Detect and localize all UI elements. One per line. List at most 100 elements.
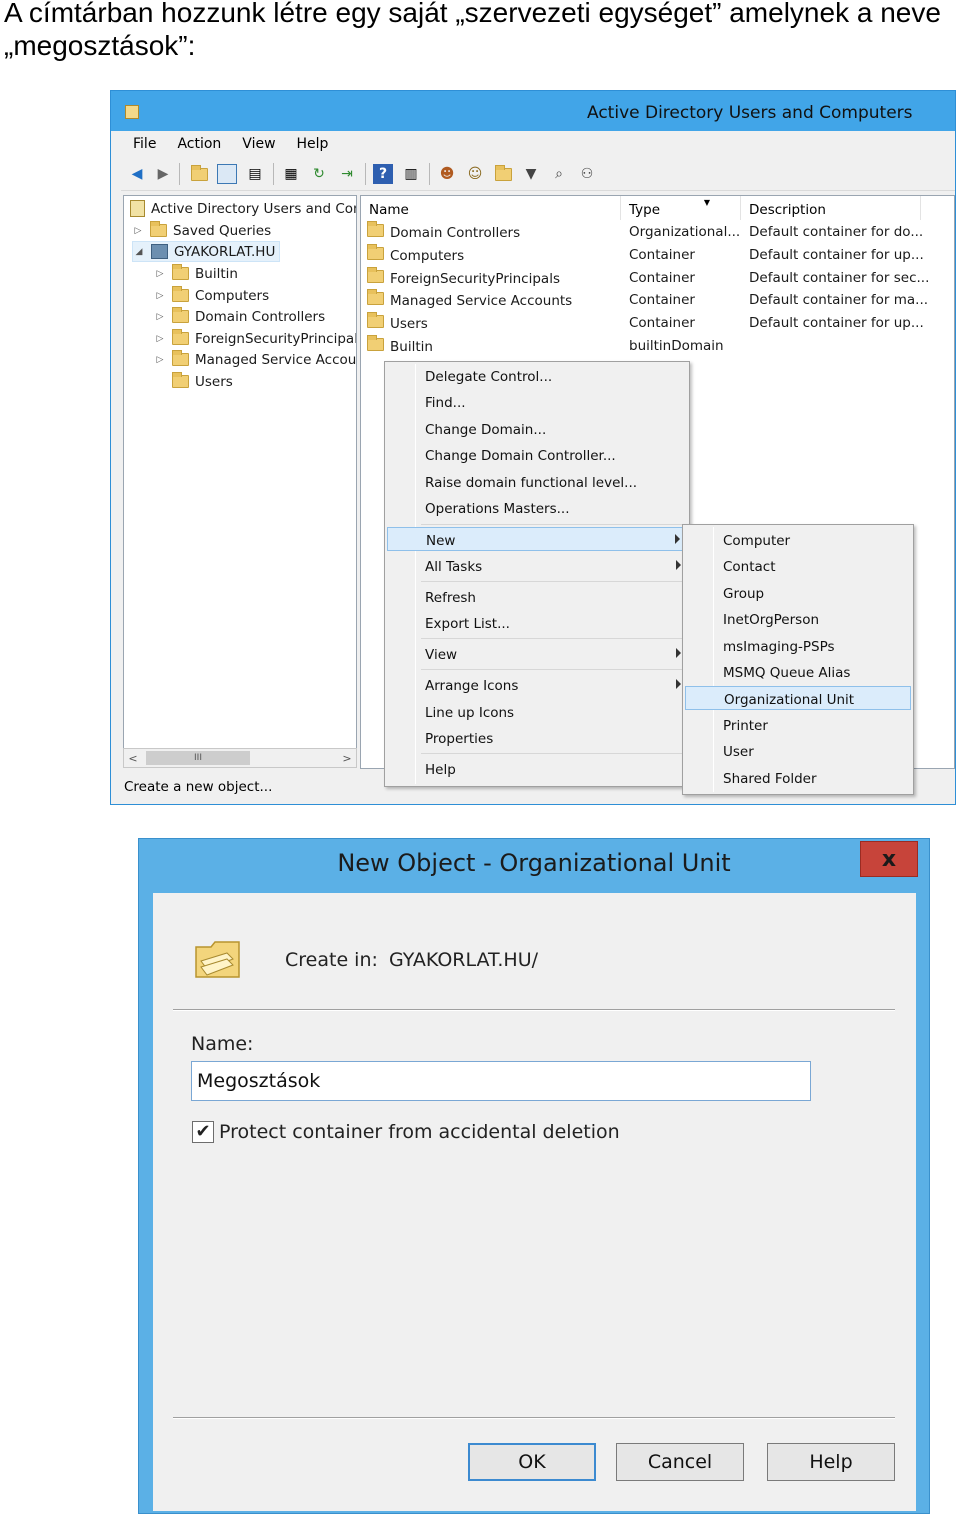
aduc-titlebar[interactable]: Active Directory Users and Computers [111, 91, 955, 131]
filter-icon[interactable]: ▼ [521, 164, 541, 184]
show-console-tree-icon[interactable] [217, 164, 237, 184]
ok-button[interactable]: OK [468, 1443, 596, 1481]
export-list-icon[interactable]: ⇥ [337, 164, 357, 184]
tree-item-domain[interactable]: ◢ GYAKORLAT.HU [132, 241, 281, 262]
collapse-arrow-icon[interactable]: ◢ [133, 247, 145, 257]
forward-arrow-icon[interactable]: ▶ [153, 164, 173, 184]
protect-checkbox-label[interactable]: Protect container from accidental deleti… [219, 1121, 620, 1143]
folder-icon [172, 350, 189, 366]
tree-root[interactable]: Active Directory Users and Com [130, 198, 356, 219]
scroll-thumb[interactable]: III [146, 751, 250, 765]
menu-item-export-list[interactable]: Export List... [387, 611, 687, 635]
close-button[interactable]: x [860, 841, 918, 877]
submenu-item-msimaging-psps[interactable]: msImaging-PSPs [685, 634, 911, 658]
menu-item-new[interactable]: New [387, 527, 687, 551]
menu-action[interactable]: Action [165, 131, 230, 152]
submenu-item-inetorgperson[interactable]: InetOrgPerson [685, 607, 911, 631]
tree-item-label: Managed Service Accour [195, 351, 357, 368]
expand-arrow-icon[interactable]: ▷ [154, 355, 166, 365]
folder-icon [367, 289, 384, 305]
context-menu: Delegate Control... Find... Change Domai… [384, 361, 690, 787]
submenu-item-printer[interactable]: Printer [685, 713, 911, 737]
new-group-icon[interactable]: ☺ [465, 164, 485, 184]
tree-item-computers[interactable]: ▷ Computers [154, 285, 269, 306]
expand-arrow-icon[interactable]: ▷ [154, 334, 166, 344]
refresh-icon[interactable]: ↻ [309, 164, 329, 184]
list-item[interactable]: ForeignSecurityPrincipals Container Defa… [361, 267, 954, 289]
list-item[interactable]: Users Container Default container for up… [361, 312, 954, 334]
menu-item-properties[interactable]: Properties [387, 726, 687, 750]
scroll-left-icon[interactable]: < [124, 749, 142, 767]
menu-item-delegate-control[interactable]: Delegate Control... [387, 364, 687, 388]
back-arrow-icon[interactable]: ◀ [127, 164, 147, 184]
expand-arrow-icon[interactable]: ▷ [154, 291, 166, 301]
aduc-app-icon [125, 105, 139, 119]
submenu-item-contact[interactable]: Contact [685, 554, 911, 578]
find-icon[interactable]: ⌕ [549, 164, 569, 184]
menu-item-all-tasks[interactable]: All Tasks [387, 554, 687, 578]
menu-item-refresh[interactable]: Refresh [387, 585, 687, 609]
menu-item-help[interactable]: Help [387, 757, 687, 781]
list-item[interactable]: Domain Controllers Organizational... Def… [361, 221, 954, 243]
menu-item-change-domain[interactable]: Change Domain... [387, 417, 687, 441]
help-button[interactable]: Help [767, 1443, 895, 1481]
menu-item-view[interactable]: View [387, 642, 687, 666]
submenu-item-user[interactable]: User [685, 739, 911, 763]
menu-view[interactable]: View [230, 131, 284, 152]
tree-item-foreign-security-principals[interactable]: ▷ ForeignSecurityPrincipals [154, 328, 357, 349]
menu-item-line-up-icons[interactable]: Line up Icons [387, 700, 687, 724]
list-item[interactable]: Builtin builtinDomain [361, 335, 954, 357]
name-input[interactable] [191, 1061, 811, 1101]
menu-item-find[interactable]: Find... [387, 390, 687, 414]
submenu-item-group[interactable]: Group [685, 581, 911, 605]
expand-arrow-icon[interactable]: ▷ [154, 312, 166, 322]
menu-file[interactable]: File [121, 131, 165, 152]
properties-icon[interactable]: ▦ [281, 164, 301, 184]
column-header-description[interactable]: Description [741, 196, 921, 220]
scroll-right-icon[interactable]: > [338, 749, 356, 767]
menu-item-operations-masters[interactable]: Operations Masters... [387, 496, 687, 520]
new-ou-icon[interactable] [493, 164, 513, 184]
list-item-type: Organizational... [629, 224, 741, 240]
new-object-dialog: New Object - Organizational Unit x Creat… [138, 838, 930, 1514]
submenu-item-computer[interactable]: Computer [685, 528, 911, 552]
tree-item-label: ForeignSecurityPrincipals [195, 330, 357, 347]
sort-descending-icon: ▼ [703, 198, 710, 207]
tree-horizontal-scrollbar[interactable]: < III > [123, 748, 357, 768]
aduc-toolbar: ◀ ▶ ▤ ▦ ↻ ⇥ ? ▥ ☻ ☺ ▼ ⌕ ⚇ [121, 157, 955, 191]
document-heading: A címtárban hozzunk létre egy saját „sze… [4, 0, 941, 61]
menu-item-new-label: New [426, 533, 456, 549]
menu-help[interactable]: Help [285, 131, 338, 152]
new-user-icon[interactable]: ☻ [437, 164, 457, 184]
menu-item-arrange-icons[interactable]: Arrange Icons [387, 673, 687, 697]
divider [173, 1009, 895, 1011]
menu-item-change-domain-controller[interactable]: Change Domain Controller... [387, 443, 687, 467]
column-header-name[interactable]: Name [361, 196, 621, 220]
help-icon[interactable]: ? [373, 164, 393, 184]
tree-item-builtin[interactable]: ▷ Builtin [154, 263, 238, 284]
action-pane-icon[interactable]: ▥ [401, 164, 421, 184]
protect-checkbox[interactable]: ✔ [192, 1121, 214, 1143]
submenu-item-msmq-queue-alias[interactable]: MSMQ Queue Alias [685, 660, 911, 684]
submenu-item-shared-folder[interactable]: Shared Folder [685, 766, 911, 790]
submenu-item-organizational-unit[interactable]: Organizational Unit [685, 686, 911, 710]
list-item-description: Default container for do... [749, 224, 924, 240]
tree-item-managed-service-accounts[interactable]: ▷ Managed Service Accour [154, 349, 357, 370]
clipboard-icon[interactable]: ▤ [245, 164, 265, 184]
expand-arrow-icon[interactable]: ▷ [132, 226, 144, 236]
list-item[interactable]: Managed Service Accounts Container Defau… [361, 289, 954, 311]
list-item-description: Default container for up... [749, 247, 924, 263]
column-header-type[interactable]: Type ▼ [621, 196, 741, 220]
cancel-button[interactable]: Cancel [616, 1443, 744, 1481]
submenu-arrow-icon [675, 534, 680, 544]
expand-arrow-icon[interactable]: ▷ [154, 269, 166, 279]
submenu-arrow-icon [676, 560, 681, 570]
tree-item-domain-controllers[interactable]: ▷ Domain Controllers [154, 306, 325, 327]
list-item[interactable]: Computers Container Default container fo… [361, 244, 954, 266]
menu-item-raise-domain-level[interactable]: Raise domain functional level... [387, 470, 687, 494]
up-folder-icon[interactable] [189, 164, 209, 184]
tree-item-saved-queries[interactable]: ▷ Saved Queries [132, 220, 271, 241]
add-to-group-icon[interactable]: ⚇ [577, 164, 597, 184]
list-item-type: Container [629, 292, 695, 308]
tree-item-users[interactable]: Users [172, 371, 233, 392]
